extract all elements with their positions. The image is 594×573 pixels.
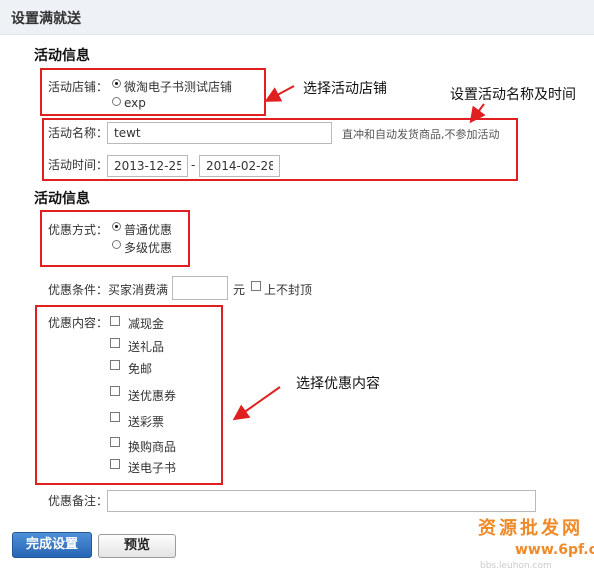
watermark-sub: bbs.leuhon.com [480,561,552,571]
watermark-title: 资源批发网 [478,518,583,539]
arrow-name-time [469,103,486,124]
arrow-store [264,85,295,102]
annotation-arrows [232,85,486,421]
watermark-url: www.6pf.cn [515,542,594,558]
arrow-content [232,386,281,421]
